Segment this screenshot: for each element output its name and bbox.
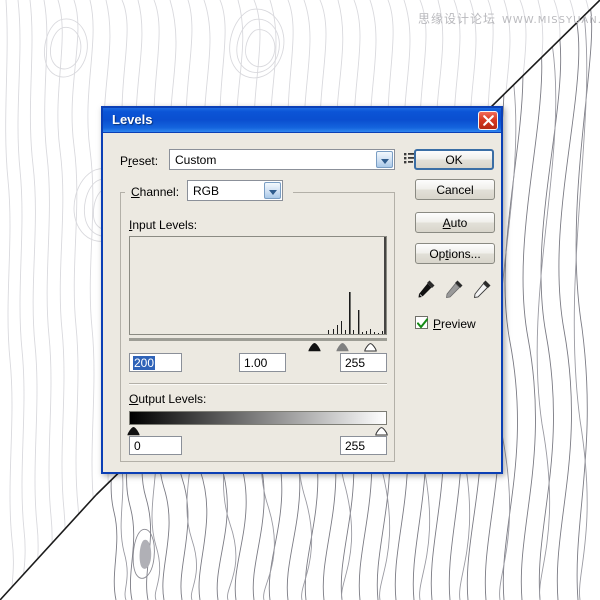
input-shadow-value: 200 [133, 356, 156, 370]
input-midtone-value: 1.00 [244, 356, 268, 370]
screenshot-canvas: 思缘设计论坛 WWW.MISSYUAN.COM Levels Preset: Cu… [0, 0, 600, 600]
input-midtone-field[interactable]: 1.00 [239, 353, 286, 372]
preview-label[interactable]: Preview [433, 317, 476, 331]
input-levels-label: Input Levels: [129, 218, 198, 232]
watermark-url: WWW.MISSYUAN.COM [502, 15, 600, 26]
auto-button[interactable]: Auto [415, 212, 495, 233]
input-gray-point-handle[interactable] [336, 340, 349, 352]
input-black-point-handle[interactable] [308, 340, 321, 352]
input-highlight-value: 255 [345, 356, 366, 370]
preset-label: Preset: [120, 154, 159, 168]
input-slider-track[interactable] [129, 338, 387, 341]
chevron-down-icon[interactable] [264, 182, 281, 199]
eyedropper-group [415, 278, 495, 302]
input-white-point-handle[interactable] [364, 340, 377, 352]
options-button[interactable]: Options... [415, 243, 495, 264]
preset-combo[interactable]: Custom [169, 149, 395, 170]
output-black-handle[interactable] [127, 424, 140, 436]
dialog-title: Levels [112, 112, 153, 127]
output-white-value: 255 [345, 439, 366, 453]
output-levels-label: Output Levels: [129, 392, 207, 406]
output-black-field[interactable]: 0 [129, 436, 182, 455]
output-black-value: 0 [134, 439, 141, 453]
preview-checkbox[interactable] [415, 316, 428, 329]
input-highlight-field[interactable]: 255 [340, 353, 387, 372]
set-black-point-eyedropper[interactable] [415, 278, 437, 300]
close-icon[interactable] [478, 111, 498, 130]
chevron-down-icon[interactable] [376, 151, 393, 168]
input-shadow-field[interactable]: 200 [129, 353, 182, 372]
watermark: 思缘设计论坛 WWW.MISSYUAN.COM [418, 10, 600, 27]
set-white-point-eyedropper[interactable] [471, 278, 493, 300]
ok-button[interactable]: OK [414, 149, 494, 170]
levels-dialog: Levels Preset: Custom Channel: RGB Input… [101, 106, 503, 474]
preset-value: Custom [175, 153, 217, 167]
watermark-chinese: 思缘设计论坛 [418, 12, 497, 26]
cancel-button[interactable]: Cancel [415, 179, 495, 200]
dialog-body: Preset: Custom Channel: RGB Input Levels… [103, 133, 501, 474]
input-histogram[interactable] [129, 236, 387, 335]
histogram-plot [130, 237, 386, 334]
channel-value: RGB [193, 184, 220, 198]
section-divider [129, 383, 387, 385]
dialog-title-bar[interactable]: Levels [103, 108, 501, 133]
channel-label: Channel: [131, 185, 180, 199]
channel-combo[interactable]: RGB [187, 180, 283, 201]
output-white-field[interactable]: 255 [340, 436, 387, 455]
set-gray-point-eyedropper[interactable] [443, 278, 465, 300]
output-gradient-ramp[interactable] [129, 411, 387, 425]
output-white-handle[interactable] [375, 424, 388, 436]
